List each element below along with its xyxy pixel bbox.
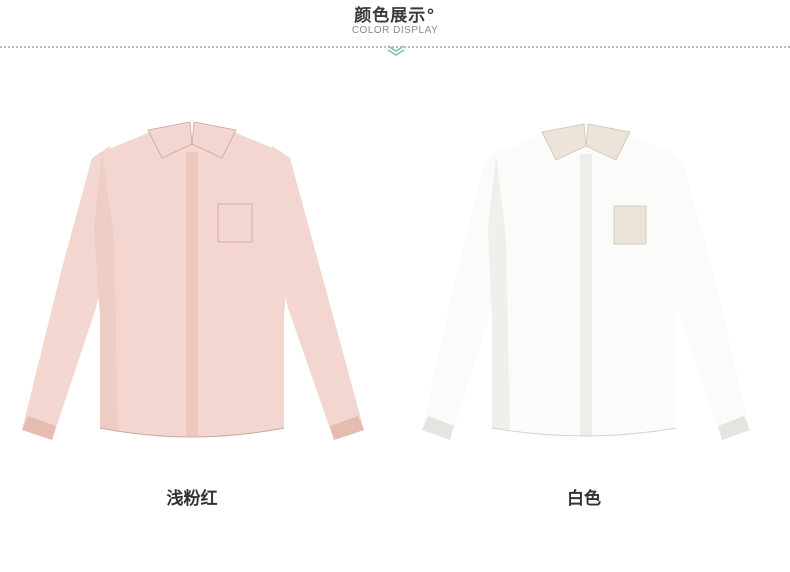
- double-chevron-down-icon: [387, 45, 405, 56]
- shirt-image-pink[interactable]: [22, 118, 372, 448]
- section-subtitle: COLOR DISPLAY: [351, 25, 439, 36]
- section-title: 颜色展示°: [354, 6, 436, 26]
- color-name-label: 白色: [567, 489, 601, 509]
- color-name-label: 浅粉红: [166, 489, 218, 509]
- section-header: 颜色展示° COLOR DISPLAY: [0, 0, 790, 60]
- shirt-image-white[interactable]: [420, 118, 760, 448]
